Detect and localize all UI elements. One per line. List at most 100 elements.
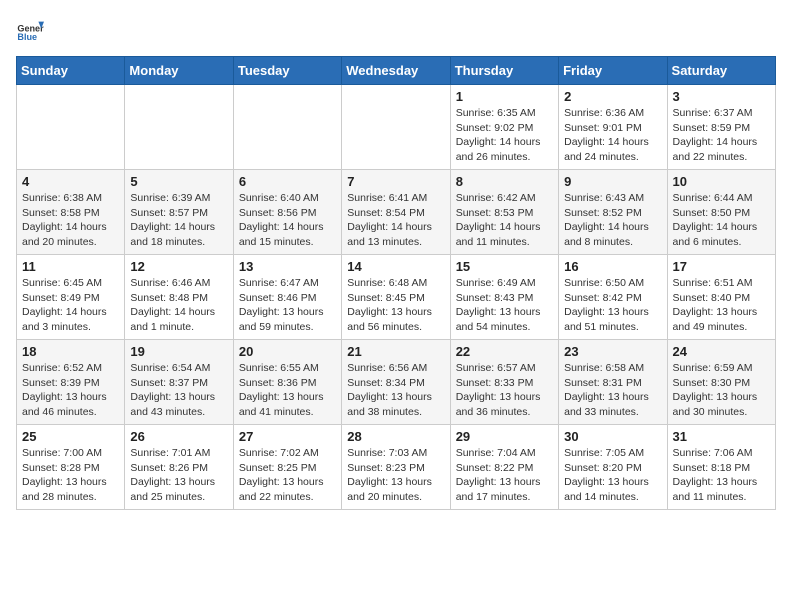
calendar-cell: 25Sunrise: 7:00 AMSunset: 8:28 PMDayligh… <box>17 425 125 510</box>
day-number: 27 <box>239 429 336 444</box>
dow-sunday: Sunday <box>17 57 125 85</box>
calendar-cell: 18Sunrise: 6:52 AMSunset: 8:39 PMDayligh… <box>17 340 125 425</box>
calendar-cell: 9 Sunrise: 6:43 AMSunset: 8:52 PMDaylight… <box>559 170 667 255</box>
calendar-week-4: 25Sunrise: 7:00 AMSunset: 8:28 PMDayligh… <box>17 425 776 510</box>
day-number: 19 <box>130 344 227 359</box>
day-info: Sunrise: 6:55 AMSunset: 8:36 PMDaylight:… <box>239 361 336 420</box>
day-number: 2 <box>564 89 661 104</box>
day-info: Sunrise: 7:02 AMSunset: 8:25 PMDaylight:… <box>239 446 336 505</box>
day-number: 22 <box>456 344 553 359</box>
day-number: 29 <box>456 429 553 444</box>
calendar-cell: 30Sunrise: 7:05 AMSunset: 8:20 PMDayligh… <box>559 425 667 510</box>
day-info: Sunrise: 7:05 AMSunset: 8:20 PMDaylight:… <box>564 446 661 505</box>
dow-monday: Monday <box>125 57 233 85</box>
day-number: 5 <box>130 174 227 189</box>
calendar-cell: 22 Sunrise: 6:57 AMSunset: 8:33 PMDayligh… <box>450 340 558 425</box>
calendar-cell: 1Sunrise: 6:35 AMSunset: 9:02 PMDaylight… <box>450 85 558 170</box>
calendar-cell: 21 Sunrise: 6:56 AMSunset: 8:34 PMDayligh… <box>342 340 450 425</box>
day-info: Sunrise: 6:40 AMSunset: 8:56 PMDaylight:… <box>239 191 336 250</box>
day-number: 21 <box>347 344 444 359</box>
day-info: Sunrise: 6:45 AMSunset: 8:49 PMDaylight:… <box>22 276 119 335</box>
calendar-cell: 14 Sunrise: 6:48 AMSunset: 8:45 PMDayligh… <box>342 255 450 340</box>
day-number: 16 <box>564 259 661 274</box>
calendar-cell: 13 Sunrise: 6:47 AMSunset: 8:46 PMDayligh… <box>233 255 341 340</box>
day-number: 10 <box>673 174 770 189</box>
page-header: General Blue <box>16 16 776 44</box>
day-info: Sunrise: 7:01 AMSunset: 8:26 PMDaylight:… <box>130 446 227 505</box>
day-info: Sunrise: 6:57 AMSunset: 8:33 PMDaylight:… <box>456 361 553 420</box>
day-number: 20 <box>239 344 336 359</box>
calendar-cell: 23Sunrise: 6:58 AMSunset: 8:31 PMDayligh… <box>559 340 667 425</box>
calendar-cell: 16 Sunrise: 6:50 AMSunset: 8:42 PMDayligh… <box>559 255 667 340</box>
calendar-cell <box>17 85 125 170</box>
day-info: Sunrise: 6:56 AMSunset: 8:34 PMDaylight:… <box>347 361 444 420</box>
day-info: Sunrise: 6:50 AMSunset: 8:42 PMDaylight:… <box>564 276 661 335</box>
day-info: Sunrise: 7:00 AMSunset: 8:28 PMDaylight:… <box>22 446 119 505</box>
day-number: 15 <box>456 259 553 274</box>
calendar-cell: 31 Sunrise: 7:06 AMSunset: 8:18 PMDayligh… <box>667 425 775 510</box>
calendar-cell: 4 Sunrise: 6:38 AMSunset: 8:58 PMDaylight… <box>17 170 125 255</box>
calendar-week-2: 11 Sunrise: 6:45 AMSunset: 8:49 PMDayligh… <box>17 255 776 340</box>
day-info: Sunrise: 6:42 AMSunset: 8:53 PMDaylight:… <box>456 191 553 250</box>
calendar-cell: 29 Sunrise: 7:04 AMSunset: 8:22 PMDayligh… <box>450 425 558 510</box>
day-number: 24 <box>673 344 770 359</box>
day-number: 14 <box>347 259 444 274</box>
logo: General Blue <box>16 16 48 44</box>
logo-icon: General Blue <box>16 16 44 44</box>
day-number: 28 <box>347 429 444 444</box>
day-number: 31 <box>673 429 770 444</box>
day-number: 9 <box>564 174 661 189</box>
calendar-cell: 19 Sunrise: 6:54 AMSunset: 8:37 PMDayligh… <box>125 340 233 425</box>
calendar-cell: 26 Sunrise: 7:01 AMSunset: 8:26 PMDayligh… <box>125 425 233 510</box>
day-number: 11 <box>22 259 119 274</box>
day-info: Sunrise: 6:48 AMSunset: 8:45 PMDaylight:… <box>347 276 444 335</box>
day-info: Sunrise: 7:04 AMSunset: 8:22 PMDaylight:… <box>456 446 553 505</box>
calendar-week-1: 4 Sunrise: 6:38 AMSunset: 8:58 PMDaylight… <box>17 170 776 255</box>
dow-friday: Friday <box>559 57 667 85</box>
day-info: Sunrise: 6:49 AMSunset: 8:43 PMDaylight:… <box>456 276 553 335</box>
day-info: Sunrise: 6:47 AMSunset: 8:46 PMDaylight:… <box>239 276 336 335</box>
calendar-cell: 10 Sunrise: 6:44 AMSunset: 8:50 PMDayligh… <box>667 170 775 255</box>
calendar-cell: 6 Sunrise: 6:40 AMSunset: 8:56 PMDaylight… <box>233 170 341 255</box>
calendar-cell: 12 Sunrise: 6:46 AMSunset: 8:48 PMDayligh… <box>125 255 233 340</box>
day-info: Sunrise: 6:41 AMSunset: 8:54 PMDaylight:… <box>347 191 444 250</box>
day-info: Sunrise: 6:38 AMSunset: 8:58 PMDaylight:… <box>22 191 119 250</box>
calendar-cell: 15 Sunrise: 6:49 AMSunset: 8:43 PMDayligh… <box>450 255 558 340</box>
day-number: 17 <box>673 259 770 274</box>
dow-thursday: Thursday <box>450 57 558 85</box>
calendar-week-3: 18Sunrise: 6:52 AMSunset: 8:39 PMDayligh… <box>17 340 776 425</box>
calendar-body: 1Sunrise: 6:35 AMSunset: 9:02 PMDaylight… <box>17 85 776 510</box>
calendar-cell <box>125 85 233 170</box>
day-info: Sunrise: 7:03 AMSunset: 8:23 PMDaylight:… <box>347 446 444 505</box>
calendar-cell: 3 Sunrise: 6:37 AMSunset: 8:59 PMDaylight… <box>667 85 775 170</box>
day-of-week-header: SundayMondayTuesdayWednesdayThursdayFrid… <box>17 57 776 85</box>
day-info: Sunrise: 6:43 AMSunset: 8:52 PMDaylight:… <box>564 191 661 250</box>
day-info: Sunrise: 6:37 AMSunset: 8:59 PMDaylight:… <box>673 106 770 165</box>
day-info: Sunrise: 6:35 AMSunset: 9:02 PMDaylight:… <box>456 106 553 165</box>
day-info: Sunrise: 6:46 AMSunset: 8:48 PMDaylight:… <box>130 276 227 335</box>
day-info: Sunrise: 6:39 AMSunset: 8:57 PMDaylight:… <box>130 191 227 250</box>
day-number: 13 <box>239 259 336 274</box>
day-info: Sunrise: 6:54 AMSunset: 8:37 PMDaylight:… <box>130 361 227 420</box>
day-number: 23 <box>564 344 661 359</box>
day-number: 26 <box>130 429 227 444</box>
calendar-cell: 2 Sunrise: 6:36 AMSunset: 9:01 PMDaylight… <box>559 85 667 170</box>
calendar-cell <box>233 85 341 170</box>
calendar-cell <box>342 85 450 170</box>
calendar-cell: 7Sunrise: 6:41 AMSunset: 8:54 PMDaylight… <box>342 170 450 255</box>
day-info: Sunrise: 7:06 AMSunset: 8:18 PMDaylight:… <box>673 446 770 505</box>
day-info: Sunrise: 6:36 AMSunset: 9:01 PMDaylight:… <box>564 106 661 165</box>
dow-tuesday: Tuesday <box>233 57 341 85</box>
day-number: 12 <box>130 259 227 274</box>
dow-saturday: Saturday <box>667 57 775 85</box>
day-number: 6 <box>239 174 336 189</box>
calendar-cell: 24Sunrise: 6:59 AMSunset: 8:30 PMDayligh… <box>667 340 775 425</box>
day-number: 4 <box>22 174 119 189</box>
calendar-week-0: 1Sunrise: 6:35 AMSunset: 9:02 PMDaylight… <box>17 85 776 170</box>
day-number: 3 <box>673 89 770 104</box>
day-info: Sunrise: 6:44 AMSunset: 8:50 PMDaylight:… <box>673 191 770 250</box>
calendar-cell: 20 Sunrise: 6:55 AMSunset: 8:36 PMDayligh… <box>233 340 341 425</box>
dow-wednesday: Wednesday <box>342 57 450 85</box>
calendar-cell: 28 Sunrise: 7:03 AMSunset: 8:23 PMDayligh… <box>342 425 450 510</box>
day-info: Sunrise: 6:52 AMSunset: 8:39 PMDaylight:… <box>22 361 119 420</box>
